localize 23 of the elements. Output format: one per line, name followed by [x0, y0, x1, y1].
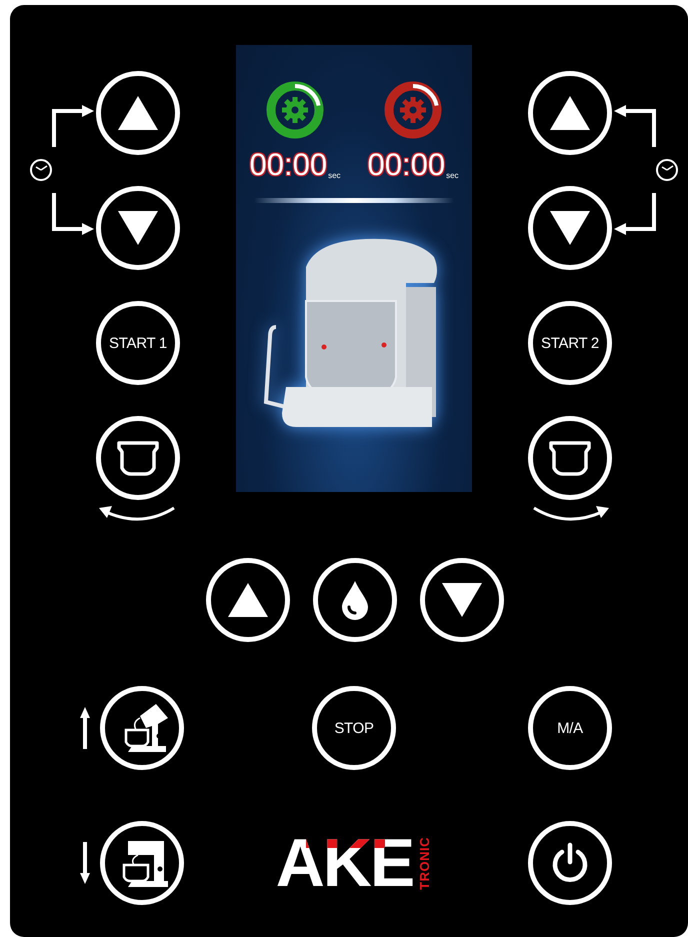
- power-icon: [550, 842, 590, 884]
- bowl-icon: [117, 440, 159, 476]
- up-triangle-icon: [549, 95, 591, 131]
- gear-ring-icon: [264, 79, 326, 141]
- label-button[interactable]: START 1: [96, 301, 180, 385]
- label-button[interactable]: M/A: [528, 686, 612, 770]
- label-button[interactable]: STOP: [312, 686, 396, 770]
- timer-value: 00:00: [249, 149, 328, 180]
- down-arrow-icon: [80, 842, 90, 884]
- water-drop-icon: [340, 580, 370, 620]
- down-triangle-icon: [549, 210, 591, 246]
- up-arrow-icon: [80, 707, 90, 749]
- down-triangle-icon: [441, 582, 483, 618]
- gear-ring-icon: [382, 79, 444, 141]
- up-triangle-icon: [117, 95, 159, 131]
- label-button[interactable]: START 2: [528, 301, 612, 385]
- bowl-icon: [549, 440, 591, 476]
- timer-unit: sec: [446, 171, 459, 180]
- logo-subtext: TRONIC: [417, 836, 432, 890]
- timer-value: 00:00: [367, 149, 446, 180]
- down-triangle-icon: [117, 210, 159, 246]
- timer-unit: sec: [328, 171, 341, 180]
- up-triangle-icon: [227, 582, 269, 618]
